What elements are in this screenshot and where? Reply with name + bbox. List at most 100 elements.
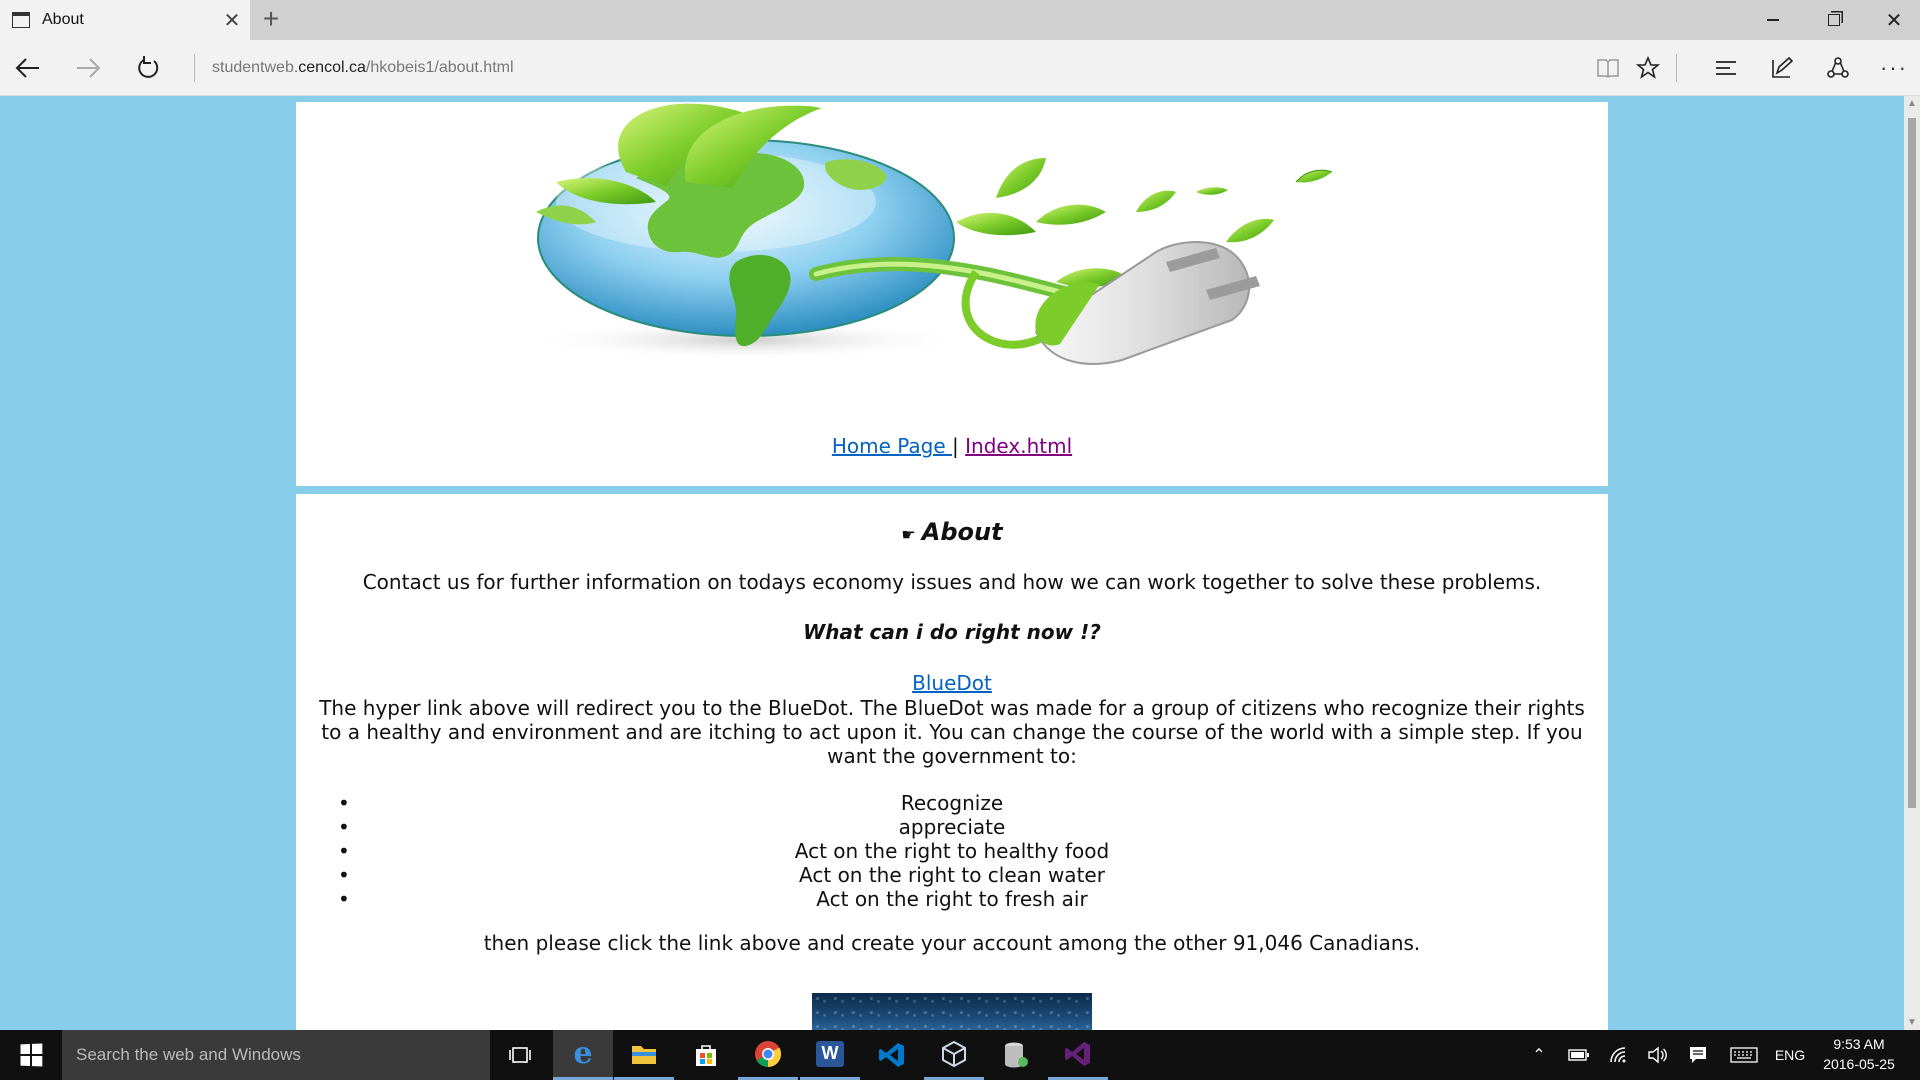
closing-text: then please click the link above and cre… xyxy=(483,931,1421,955)
address-host: cencol.ca xyxy=(298,59,366,76)
list-item: • Act on the right to fresh air xyxy=(296,887,1608,911)
pointing-hand-icon: ☛ xyxy=(901,525,916,544)
clock-time: 9:53 AM xyxy=(1833,1036,1885,1052)
edge-icon: e xyxy=(573,1036,593,1071)
taskbar-virtualbox[interactable] xyxy=(924,1030,984,1080)
forward-arrow-icon xyxy=(77,58,101,78)
rights-list: • Recognize • appreciate • Act on the right… xyxy=(296,791,1608,911)
refresh-icon xyxy=(138,56,159,78)
list-item: • appreciate xyxy=(296,815,1608,839)
task-view-button[interactable] xyxy=(490,1030,550,1080)
battery-icon xyxy=(1568,1049,1589,1061)
tray-battery[interactable] xyxy=(1564,1030,1594,1080)
list-item: • Act on the right to healthy food xyxy=(296,839,1608,863)
search-placeholder: Search the web and Windows xyxy=(76,1045,301,1064)
close-window-button[interactable]: ✕ xyxy=(1866,0,1920,40)
web-note-button[interactable] xyxy=(1762,50,1802,86)
index-html-link[interactable]: Index.html xyxy=(965,434,1072,458)
eco-plug-banner-image xyxy=(526,103,1333,365)
taskbar-store[interactable] xyxy=(676,1030,736,1080)
tab-close-icon[interactable]: ✕ xyxy=(214,8,250,33)
tray-action-center[interactable] xyxy=(1680,1030,1716,1080)
tab-title: About xyxy=(42,11,84,28)
list-bullet: • xyxy=(338,839,350,863)
taskbar-edge[interactable]: e xyxy=(553,1030,613,1080)
address-prefix: studentweb. xyxy=(212,59,299,76)
list-bullet: • xyxy=(338,791,350,815)
list-item-text: Act on the right to fresh air xyxy=(816,887,1088,911)
tray-show-hidden[interactable]: ⌃ xyxy=(1524,1030,1554,1080)
speaker-icon xyxy=(1648,1046,1667,1064)
taskbar-clock[interactable]: 9:53 AM 2016-05-25 xyxy=(1812,1034,1906,1074)
list-item-text: Act on the right to clean water xyxy=(799,863,1105,887)
address-bar[interactable]: studentweb.cencol.ca/hkobeis1/about.html xyxy=(212,59,514,77)
taskbar-file-explorer[interactable] xyxy=(614,1030,674,1080)
home-page-link[interactable]: Home Page xyxy=(832,434,952,458)
favorite-button[interactable] xyxy=(1628,50,1668,86)
address-divider xyxy=(194,54,195,82)
share-icon xyxy=(1827,57,1849,78)
taskbar-word[interactable]: W xyxy=(800,1030,860,1080)
list-item-text: appreciate xyxy=(898,815,1006,839)
close-icon: ✕ xyxy=(1885,9,1903,32)
page-scrollbar[interactable]: ▲ ▼ xyxy=(1904,96,1920,1030)
store-icon xyxy=(696,1045,716,1066)
database-icon xyxy=(1005,1042,1028,1068)
scroll-up-icon[interactable]: ▲ xyxy=(1907,98,1917,109)
action-center-icon xyxy=(1690,1047,1706,1063)
page-header: Home Page | Index.html xyxy=(296,102,1608,486)
start-button[interactable] xyxy=(0,1030,62,1080)
list-item: • Recognize xyxy=(296,791,1608,815)
about-heading-text: About xyxy=(921,518,1003,546)
windows-logo-icon xyxy=(20,1043,43,1067)
new-tab-button[interactable]: + xyxy=(256,4,286,36)
address-path: /hkobeis1/about.html xyxy=(365,59,514,76)
tray-touch-keyboard[interactable] xyxy=(1724,1030,1764,1080)
list-bullet: • xyxy=(338,863,350,887)
clock-date: 2016-05-25 xyxy=(1823,1056,1895,1072)
tray-language[interactable]: ENG xyxy=(1770,1030,1810,1080)
refresh-button[interactable] xyxy=(128,50,168,86)
forward-button[interactable] xyxy=(68,50,108,86)
virtualbox-icon xyxy=(942,1040,966,1067)
task-view-icon xyxy=(509,1047,531,1063)
scroll-thumb[interactable] xyxy=(1908,118,1916,808)
maximize-icon xyxy=(1828,14,1840,26)
about-heading: ☛ About xyxy=(296,518,1608,546)
chrome-icon xyxy=(755,1040,782,1067)
list-item-text: Act on the right to healthy food xyxy=(794,839,1110,863)
page-viewport: Home Page | Index.html ☛ About Contact us… xyxy=(0,96,1920,1030)
taskbar-database-app[interactable] xyxy=(986,1030,1046,1080)
minimize-button[interactable] xyxy=(1745,0,1801,40)
web-note-icon xyxy=(1772,56,1794,78)
browser-tab-about[interactable]: About ✕ xyxy=(0,0,250,40)
back-button[interactable] xyxy=(8,50,48,86)
taskbar-search-box[interactable]: Search the web and Windows xyxy=(62,1030,490,1080)
more-icon: ··· xyxy=(1880,55,1908,80)
bluedot-description: The hyper link above will redirect you t… xyxy=(319,696,1585,768)
bluedot-link[interactable]: BlueDot xyxy=(912,671,992,695)
about-content: ☛ About Contact us for further informatio… xyxy=(296,494,1608,1030)
minimize-icon xyxy=(1767,19,1779,21)
maximize-button[interactable] xyxy=(1806,0,1862,40)
list-bullet: • xyxy=(338,887,350,911)
tray-volume[interactable] xyxy=(1642,1030,1672,1080)
windows-taskbar: Search the web and Windows e W ⌃ ENG 9:5… xyxy=(0,1030,1920,1080)
list-item: • Act on the right to clean water xyxy=(296,863,1608,887)
hub-button[interactable] xyxy=(1706,50,1746,86)
taskbar-chrome[interactable] xyxy=(738,1030,798,1080)
keyboard-icon xyxy=(1730,1047,1758,1063)
back-arrow-icon xyxy=(15,58,39,78)
scroll-down-icon[interactable]: ▼ xyxy=(1907,1017,1917,1028)
nav-separator: | xyxy=(952,434,959,458)
header-nav-links: Home Page | Index.html xyxy=(296,434,1608,458)
share-button[interactable] xyxy=(1818,50,1858,86)
tray-network[interactable] xyxy=(1604,1030,1634,1080)
reading-view-button[interactable] xyxy=(1588,50,1628,86)
more-button[interactable]: ··· xyxy=(1874,50,1914,86)
file-explorer-icon xyxy=(632,1045,656,1064)
taskbar-vscode[interactable] xyxy=(862,1030,922,1080)
reading-view-icon xyxy=(1597,59,1619,78)
taskbar-visual-studio[interactable] xyxy=(1048,1030,1108,1080)
browser-titlebar: About ✕ + ✕ xyxy=(0,0,1920,40)
